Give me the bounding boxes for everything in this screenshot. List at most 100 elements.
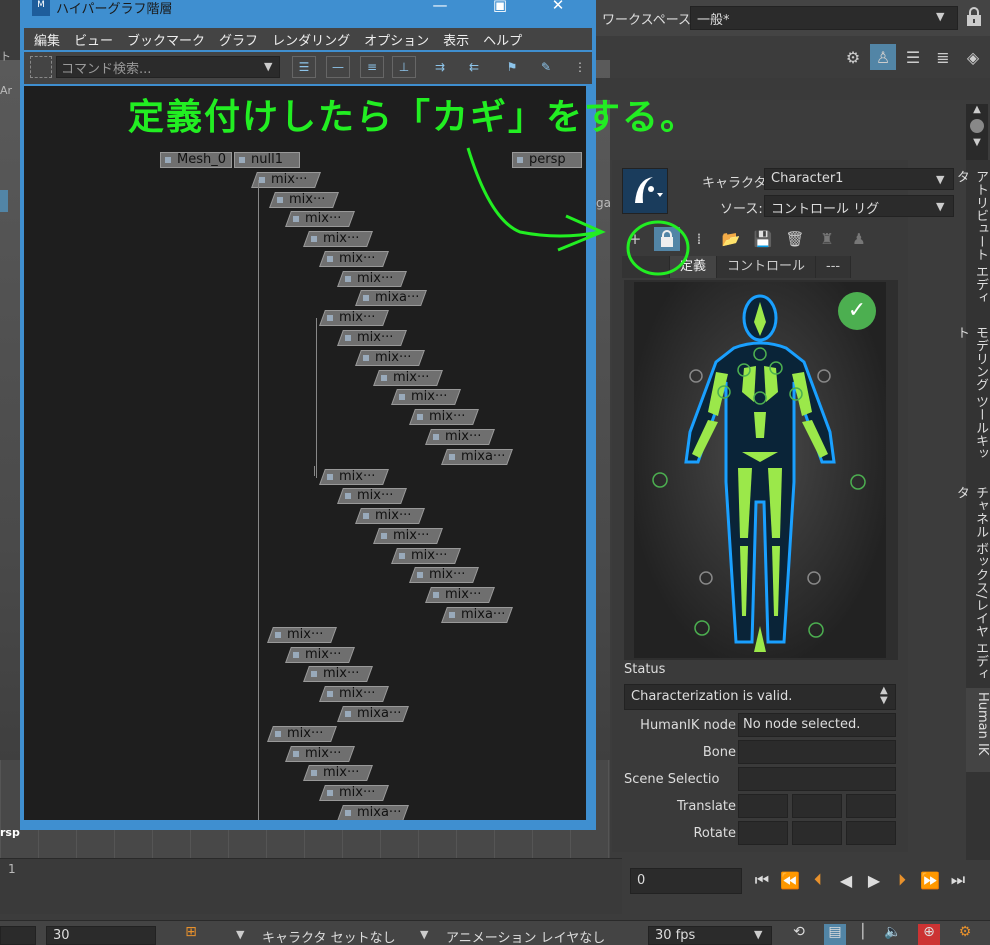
node-mix[interactable]: mix···	[303, 666, 373, 682]
range-end-field[interactable]: 30	[46, 926, 156, 945]
chevron-down-icon[interactable]: ▼	[236, 928, 244, 941]
chevron-down-icon[interactable]: ▼	[420, 928, 428, 941]
close-icon[interactable]: ✕	[538, 0, 578, 14]
prev-key-icon[interactable]: ⏴	[806, 870, 830, 890]
source-select[interactable]: コントロール リグ	[764, 195, 954, 217]
node-mix[interactable]: mix···	[425, 429, 495, 445]
workspace-select[interactable]: 一般*	[690, 6, 958, 30]
node-mix[interactable]: mix···	[269, 192, 339, 208]
menu-edit[interactable]: 編集	[34, 30, 60, 49]
command-search-input[interactable]: コマンド検索...	[56, 56, 280, 78]
node-mix[interactable]: mix···	[337, 488, 407, 504]
menu-icon[interactable]: ⋮	[568, 56, 592, 78]
folder-icon[interactable]: 📂	[718, 227, 744, 251]
frame-branch-icon[interactable]: ⊥	[392, 56, 416, 78]
play-back-icon[interactable]: ◀	[834, 871, 858, 890]
node-mixa[interactable]: mixa···	[337, 706, 409, 722]
frame-selection-icon[interactable]: —	[326, 56, 350, 78]
human-ik-icon[interactable]: ♙	[870, 44, 896, 70]
menu-graph[interactable]: グラフ	[219, 30, 258, 49]
lock-icon[interactable]	[964, 6, 984, 28]
current-frame-field[interactable]: 0	[630, 868, 742, 894]
node-mix[interactable]: mix···	[285, 211, 355, 227]
chevron-down-icon[interactable]: ▼	[936, 173, 944, 186]
node-mix[interactable]: mix···	[409, 567, 479, 583]
range-start-field[interactable]	[0, 926, 36, 945]
side-tab-human-ik[interactable]: Human IK	[966, 688, 990, 772]
node-mix[interactable]: mix···	[251, 172, 321, 188]
node-mix[interactable]: mix···	[267, 627, 337, 643]
chevron-down-icon[interactable]: ▼	[936, 200, 944, 213]
node-mix[interactable]: mix···	[319, 785, 389, 801]
menu-view[interactable]: ビュー	[74, 30, 113, 49]
side-tab-modeling-toolkit[interactable]: モデリング ツールキット	[954, 322, 990, 472]
node-mix[interactable]: mix···	[319, 310, 389, 326]
node-mixa[interactable]: mixa···	[441, 607, 513, 623]
character-select[interactable]: Character1	[764, 168, 954, 190]
character-figure[interactable]	[634, 282, 886, 658]
minimize-icon[interactable]: —	[420, 0, 460, 14]
tab-other[interactable]: ---	[816, 256, 852, 278]
node-mixa[interactable]: mixa···	[355, 290, 427, 306]
timeline[interactable]	[0, 858, 622, 914]
loop-icon[interactable]: ⟲	[788, 924, 810, 945]
key-add-icon[interactable]: ⊞	[180, 924, 202, 945]
tool-settings-icon[interactable]: ≣	[930, 44, 956, 70]
node-mix[interactable]: mix···	[425, 587, 495, 603]
node-null1[interactable]: null1	[234, 152, 300, 168]
node-mix[interactable]: mix···	[267, 726, 337, 742]
auto-key-icon[interactable]: ⊕	[918, 924, 940, 945]
node-mix[interactable]: mix···	[303, 765, 373, 781]
playback-settings-icon[interactable]: ▤	[824, 924, 846, 945]
node-mix[interactable]: mix···	[409, 409, 479, 425]
node-mix[interactable]: mix···	[319, 251, 389, 267]
node-mix[interactable]: mix···	[355, 508, 425, 524]
go-to-end-icon[interactable]: ⏭	[946, 870, 970, 890]
step-forward-icon[interactable]: ⏩	[918, 871, 942, 890]
chevron-down-icon[interactable]: ▼	[264, 60, 272, 73]
preferences-icon[interactable]: ⚙	[954, 924, 976, 945]
side-tab-channel-box[interactable]: チャネル ボックス/レイヤ エディタ	[954, 482, 990, 682]
tab-control[interactable]: コントロール	[717, 256, 817, 278]
next-key-icon[interactable]: ⏵	[890, 870, 914, 890]
node-mixa[interactable]: mixa···	[441, 449, 513, 465]
sound-icon[interactable]: 🔈	[882, 924, 904, 945]
character-set-select[interactable]: キャラクタ セットなし	[256, 926, 406, 945]
side-tab-attribute-editor[interactable]: アトリビュート エディタ	[954, 166, 990, 312]
edit-bookmark-icon[interactable]: ✎	[534, 56, 558, 78]
search-icon[interactable]	[30, 56, 52, 78]
spinner-icon[interactable]: ▲ ▼	[880, 686, 888, 706]
scrollbar[interactable]: ▲ ▼	[966, 104, 988, 160]
attribute-editor-icon[interactable]: ☰	[900, 44, 926, 70]
node-mix[interactable]: mix···	[285, 647, 355, 663]
skeleton-icon[interactable]: ♜	[814, 227, 840, 251]
menu-show[interactable]: 表示	[443, 30, 469, 49]
node-mix[interactable]: mix···	[285, 746, 355, 762]
anim-layer-select[interactable]: アニメーション レイヤなし	[440, 926, 620, 945]
node-mix[interactable]: mix···	[303, 231, 373, 247]
scene-hierarchy-icon[interactable]: ⇉	[428, 56, 452, 78]
frame-all-icon[interactable]: ☰	[292, 56, 316, 78]
go-to-start-icon[interactable]: ⏮	[750, 870, 774, 890]
node-mix[interactable]: mix···	[337, 271, 407, 287]
menu-options[interactable]: オプション	[364, 30, 429, 49]
trash-icon[interactable]: 🗑	[782, 227, 808, 251]
menu-rendering[interactable]: レンダリング	[272, 30, 350, 49]
channel-box-icon[interactable]: ◈	[960, 44, 986, 70]
menu-bookmarks[interactable]: ブックマーク	[127, 30, 205, 49]
save-icon[interactable]: 💾	[750, 227, 776, 251]
play-forward-icon[interactable]: ▶	[862, 871, 886, 890]
menu-help[interactable]: ヘルプ	[483, 30, 522, 49]
node-mix[interactable]: mix···	[373, 370, 443, 386]
left-panel-tab[interactable]	[0, 190, 8, 212]
add-bookmark-icon[interactable]: ⚑	[500, 56, 524, 78]
scroll-thumb[interactable]	[970, 119, 984, 133]
chevron-down-icon[interactable]: ▼	[966, 137, 988, 148]
node-mix[interactable]: mix···	[391, 548, 461, 564]
input-output-icon[interactable]: ⇇	[462, 56, 486, 78]
node-mix[interactable]: mix···	[391, 389, 461, 405]
outliner-icon[interactable]: ⚙	[840, 44, 866, 70]
node-mix[interactable]: mix···	[355, 350, 425, 366]
step-back-icon[interactable]: ⏪	[778, 871, 802, 890]
maximize-icon[interactable]: ▣	[480, 0, 520, 14]
